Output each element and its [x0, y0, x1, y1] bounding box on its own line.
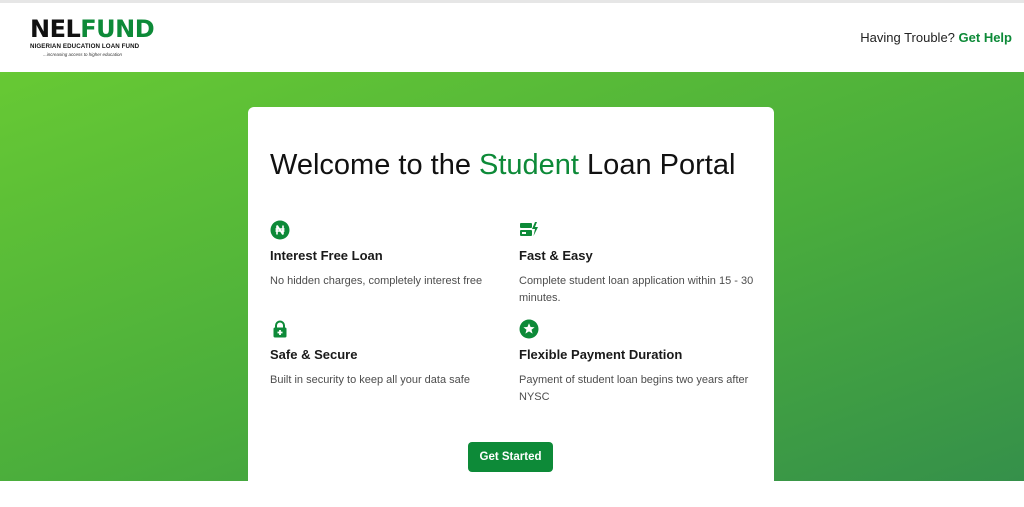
feature-description: Built in security to keep all your data … — [270, 374, 470, 386]
feature-description: Payment of student loan begins two years… — [519, 374, 749, 403]
feature-safe-secure: Safe & Secure Built in security to keep … — [270, 319, 510, 389]
feature-title: Interest Free Loan — [270, 248, 383, 263]
naira-icon — [270, 220, 290, 240]
feature-title: Safe & Secure — [270, 347, 358, 362]
lock-plus-icon — [270, 319, 290, 339]
feature-title: Flexible Payment Duration — [519, 347, 683, 362]
nelfund-logo[interactable]: NELFUND NIGERIAN EDUCATION LOAN FUND ...… — [30, 15, 160, 63]
feature-fast-easy: Fast & Easy Complete student loan applic… — [519, 220, 759, 307]
logo-tagline: ...increasing access to higher education — [43, 52, 123, 57]
header: NELFUND NIGERIAN EDUCATION LOAN FUND ...… — [0, 3, 1024, 72]
logo-fund: FUND — [80, 15, 155, 43]
feature-title: Fast & Easy — [519, 248, 593, 263]
feature-interest-free: Interest Free Loan No hidden charges, co… — [270, 220, 510, 290]
lightning-card-icon — [519, 220, 539, 240]
title-accent: Student — [479, 149, 579, 181]
help-text: Having Trouble? — [860, 30, 955, 45]
feature-description: Complete student loan application within… — [519, 275, 754, 304]
logo-wordmark: NELFUND — [30, 15, 155, 43]
welcome-card: Welcome to the Student Loan Portal Inter… — [248, 107, 774, 507]
feature-flexible-payment: Flexible Payment Duration Payment of stu… — [519, 319, 759, 406]
get-help-link[interactable]: Get Help — [959, 30, 1012, 45]
page-title: Welcome to the Student Loan Portal — [270, 149, 760, 182]
feature-description: No hidden charges, completely interest f… — [270, 275, 483, 287]
logo-nel: NEL — [30, 15, 81, 43]
logo-subtitle: NIGERIAN EDUCATION LOAN FUND — [30, 43, 140, 50]
star-badge-icon — [519, 319, 539, 339]
help-prompt: Having Trouble? Get Help — [860, 30, 1012, 45]
title-post: Loan Portal — [579, 149, 736, 181]
get-started-button[interactable]: Get Started — [468, 442, 553, 472]
title-pre: Welcome to the — [270, 149, 480, 181]
